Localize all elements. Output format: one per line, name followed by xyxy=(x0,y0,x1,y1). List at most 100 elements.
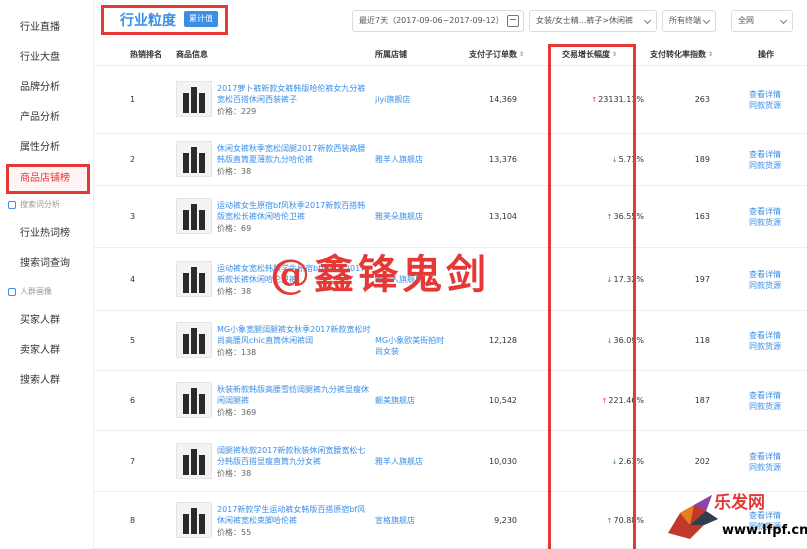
sidebar-item-seller-crowd[interactable]: 卖家人群 xyxy=(0,336,93,366)
calendar-icon[interactable] xyxy=(507,15,519,27)
product-thumbnail[interactable] xyxy=(176,198,212,234)
sidebar-item-brand-analysis[interactable]: 品牌分析 xyxy=(0,73,93,103)
column-ops: 操作 xyxy=(758,50,774,59)
product-thumbnail[interactable] xyxy=(176,382,212,418)
category-value: 女装/女士精...裤子>休闲裤 xyxy=(536,16,634,25)
product-name-link[interactable]: 2017新款学生运动裤女韩版百搭原宿bf风休闲裤宽松束脚哈伦裤 xyxy=(217,504,372,526)
chevron-down-icon xyxy=(643,16,652,25)
sidebar-group-search-label: 搜索词分析 xyxy=(20,200,60,209)
price-value: 229 xyxy=(241,107,257,116)
store-link[interactable]: 雅羊人旗舰店 xyxy=(375,154,447,165)
view-detail-link[interactable]: 查看详情 xyxy=(749,451,781,462)
category-select[interactable]: 女装/女士精...裤子>休闲裤 xyxy=(529,10,657,32)
sort-icon[interactable]: ⇕ xyxy=(708,51,714,57)
conversion-value: 187 xyxy=(694,396,710,405)
table-row: 1 2017萝卜裤新款女裤韩版哈伦裤女九分裤宽松百搭休闲西装裤子 价格：229 jiy… xyxy=(94,66,807,134)
same-source-link[interactable]: 同款货源 xyxy=(749,160,781,171)
thumbnail-figure xyxy=(199,455,205,475)
view-detail-link[interactable]: 查看详情 xyxy=(749,269,781,280)
thumbnail-figure xyxy=(191,147,197,173)
column-orders-label: 支付子订单数 xyxy=(469,50,517,59)
price-prefix: 价格： xyxy=(217,348,241,357)
sidebar-group-search: 搜索词分析 xyxy=(8,198,60,212)
thumbnail-figure xyxy=(183,273,189,293)
column-rank: 热销排名 xyxy=(130,50,162,59)
sidebar-item-product-analysis[interactable]: 产品分析 xyxy=(0,103,93,133)
sidebar-item-industry-market[interactable]: 行业大盘 xyxy=(0,43,93,73)
product-name-link[interactable]: 休闲女裤秋季宽松阔腿2017新款西装高腰韩版直筒夏薄款九分哈伦裤 xyxy=(217,143,372,165)
same-source-link[interactable]: 同款货源 xyxy=(749,100,781,111)
price-value: 55 xyxy=(241,528,252,537)
store-link[interactable]: jiyi旗舰店 xyxy=(375,94,447,105)
sidebar-item-product-store-rank[interactable]: 商品店铺榜 xyxy=(6,164,90,194)
watermark-text: @鑫锋鬼剑 xyxy=(270,251,490,298)
product-thumbnail[interactable] xyxy=(176,502,212,538)
sidebar-item-hot-words[interactable]: 行业热词榜 xyxy=(0,219,93,249)
product-price: 价格：69 xyxy=(217,223,251,234)
sidebar-item-buyer-crowd[interactable]: 买家人群 xyxy=(0,306,93,336)
product-thumbnail[interactable] xyxy=(176,443,212,479)
view-detail-link[interactable]: 查看详情 xyxy=(749,206,781,217)
store-link[interactable]: 雅羊人旗舰店 xyxy=(375,456,447,467)
thumbnail-figure xyxy=(183,514,189,534)
logo-url: www.lfpf.cn xyxy=(722,523,807,538)
sidebar-group-crowd: 人群画像 xyxy=(8,285,52,299)
sidebar-item-industry-live[interactable]: 行业直播 xyxy=(0,13,93,43)
price-prefix: 价格： xyxy=(217,224,241,233)
view-detail-link[interactable]: 查看详情 xyxy=(749,149,781,160)
rank-value: 5 xyxy=(130,336,136,345)
same-source-link[interactable]: 同款货源 xyxy=(749,280,781,291)
thumbnail-figure xyxy=(199,153,205,173)
product-name-link[interactable]: 阔腿裤秋款2017新款秋装休闲宽腰宽松七分韩版百搭显瘦直筒九分女裤 xyxy=(217,445,372,467)
store-link[interactable]: 靓美旗舰店 xyxy=(375,395,447,406)
thumbnail-figure xyxy=(191,508,197,534)
logo-text: 乐发网 xyxy=(714,493,765,513)
thumbnail-figure xyxy=(191,328,197,354)
view-detail-link[interactable]: 查看详情 xyxy=(749,89,781,100)
same-source-link[interactable]: 同款货源 xyxy=(749,341,781,352)
network-select[interactable]: 全网 xyxy=(731,10,793,32)
store-link[interactable]: 宣格旗舰店 xyxy=(375,515,447,526)
same-source-link[interactable]: 同款货源 xyxy=(749,401,781,412)
terminal-value: 所有终端 xyxy=(669,16,701,25)
price-value: 69 xyxy=(241,224,252,233)
conversion-value: 163 xyxy=(694,212,710,221)
product-thumbnail[interactable] xyxy=(176,261,212,297)
orders-value: 14,369 xyxy=(489,95,517,104)
column-store: 所属店铺 xyxy=(375,50,407,59)
product-thumbnail[interactable] xyxy=(176,81,212,117)
store-link[interactable]: 雅芙朵旗舰店 xyxy=(375,211,447,222)
product-thumbnail[interactable] xyxy=(176,322,212,358)
sidebar-item-search-query[interactable]: 搜索词查询 xyxy=(0,249,93,279)
product-price: 价格：38 xyxy=(217,468,251,479)
orders-value: 12,128 xyxy=(489,336,517,345)
cumulative-badge[interactable]: 累计值 xyxy=(184,11,218,27)
store-link[interactable]: MG小象欧美街拍时尚女装 xyxy=(375,335,447,357)
view-detail-link[interactable]: 查看详情 xyxy=(749,330,781,341)
same-source-link[interactable]: 同款货源 xyxy=(749,462,781,473)
row-actions: 查看详情 同款货源 xyxy=(749,269,781,291)
thumbnail-figure xyxy=(191,449,197,475)
sidebar-item-search-crowd[interactable]: 搜索人群 xyxy=(0,366,93,396)
product-name-link[interactable]: 秋装新款韩版高腰雪纺阔腿裤九分裤显瘦休闲阔腿裤 xyxy=(217,384,372,406)
rank-value: 6 xyxy=(130,396,136,405)
product-name-link[interactable]: MG小象宽腿阔腿裤女秋季2017新款宽松时尚高腰风chic直筒休闲裤阔 xyxy=(217,324,372,346)
terminal-select[interactable]: 所有终端 xyxy=(662,10,716,32)
same-source-link[interactable]: 同款货源 xyxy=(749,217,781,228)
product-thumbnail[interactable] xyxy=(176,141,212,177)
date-range-picker[interactable]: 最近7天（2017-09-06~2017-09-12） xyxy=(352,10,524,32)
sort-icon[interactable]: ⇕ xyxy=(519,51,525,57)
conversion-value: 263 xyxy=(694,95,710,104)
table-row: 3 运动裤女生原宿bf风秋季2017新款百搭韩版宽松长裤休闲哈伦卫裤 价格：69 雅芙… xyxy=(94,186,807,248)
rank-value: 3 xyxy=(130,212,136,221)
thumbnail-figure xyxy=(183,93,189,113)
table-row: 6 秋装新款韩版高腰雪纺阔腿裤九分裤显瘦休闲阔腿裤 价格：369 靓美旗舰店 10,54… xyxy=(94,371,807,431)
column-orders[interactable]: 支付子订单数 ⇕ xyxy=(469,44,525,66)
view-detail-link[interactable]: 查看详情 xyxy=(749,390,781,401)
product-name-link[interactable]: 2017萝卜裤新款女裤韩版哈伦裤女九分裤宽松百搭休闲西装裤子 xyxy=(217,83,372,105)
column-conversion[interactable]: 支付转化率指数 ⇕ xyxy=(650,44,714,66)
sidebar-item-attribute-analysis[interactable]: 属性分析 xyxy=(0,133,93,163)
row-actions: 查看详情 同款货源 xyxy=(749,149,781,171)
product-name-link[interactable]: 运动裤女生原宿bf风秋季2017新款百搭韩版宽松长裤休闲哈伦卫裤 xyxy=(217,200,372,222)
price-value: 138 xyxy=(241,348,257,357)
